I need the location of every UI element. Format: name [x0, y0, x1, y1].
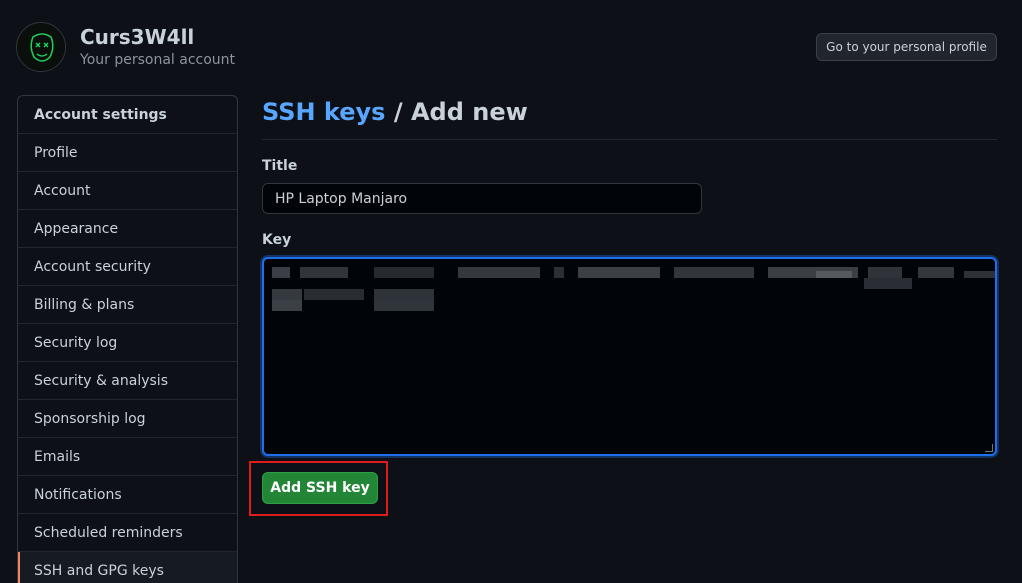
- sidebar-item-appearance[interactable]: Appearance: [18, 210, 237, 248]
- avatar[interactable]: [16, 22, 66, 72]
- sidebar-item-security-log[interactable]: Security log: [18, 324, 237, 362]
- settings-sidebar: Account settings Profile Account Appeara…: [17, 95, 238, 583]
- personal-profile-button[interactable]: Go to your personal profile: [816, 33, 997, 61]
- sidebar-item-notifications[interactable]: Notifications: [18, 476, 237, 514]
- title-input-value: HP Laptop Manjaro: [275, 190, 408, 207]
- sidebar-item-sponsorship-log[interactable]: Sponsorship log: [18, 400, 237, 438]
- sidebar-item-scheduled-reminders[interactable]: Scheduled reminders: [18, 514, 237, 552]
- sidebar-item-account[interactable]: Account: [18, 172, 237, 210]
- avatar-image: [17, 23, 65, 71]
- sidebar-item-profile[interactable]: Profile: [18, 134, 237, 172]
- sidebar-item-emails[interactable]: Emails: [18, 438, 237, 476]
- account-subtitle: Your personal account: [80, 52, 236, 68]
- sidebar-item-billing[interactable]: Billing & plans: [18, 286, 237, 324]
- sidebar-item-account-security[interactable]: Account security: [18, 248, 237, 286]
- page-title-rest: / Add new: [385, 98, 528, 126]
- key-textarea[interactable]: [262, 257, 997, 456]
- key-label: Key: [262, 232, 292, 248]
- page-title: SSH keys / Add new: [262, 98, 528, 126]
- account-name: Curs3W4ll: [80, 25, 195, 49]
- textarea-resize-handle[interactable]: [985, 444, 993, 452]
- sidebar-item-security-analysis[interactable]: Security & analysis: [18, 362, 237, 400]
- title-input[interactable]: HP Laptop Manjaro: [262, 183, 702, 214]
- add-ssh-key-button[interactable]: Add SSH key: [262, 472, 378, 504]
- title-divider: [262, 139, 997, 140]
- sidebar-heading: Account settings: [18, 96, 237, 134]
- sidebar-item-ssh-gpg-keys[interactable]: SSH and GPG keys: [18, 552, 237, 583]
- title-label: Title: [262, 158, 298, 174]
- ssh-keys-breadcrumb-link[interactable]: SSH keys: [262, 98, 385, 126]
